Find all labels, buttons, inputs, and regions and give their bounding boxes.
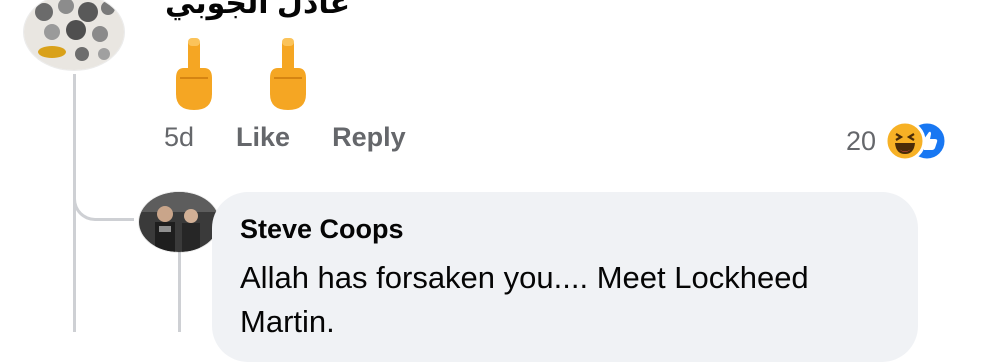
haha-reaction-icon: [884, 120, 926, 162]
avatar-image: [24, 0, 124, 70]
reply-comment-bubble: Steve Coops Allah has forsaken you.... M…: [212, 192, 918, 362]
comment-content: [172, 34, 310, 114]
like-button[interactable]: Like: [236, 122, 290, 153]
comment-timestamp[interactable]: 5d: [164, 122, 194, 153]
commenter-avatar[interactable]: [24, 0, 124, 70]
middle-finger-icon: [270, 38, 306, 110]
reaction-summary[interactable]: 20: [846, 120, 948, 162]
middle-finger-icon: [176, 38, 212, 110]
comment-actions: 5d Like Reply: [164, 122, 448, 153]
reply-text: Allah has forsaken you.... Meet Lockheed…: [240, 260, 809, 339]
commenter-name[interactable]: عادل الجوبي: [165, 0, 350, 21]
reply-button[interactable]: Reply: [332, 122, 406, 153]
reply-author-avatar[interactable]: [139, 192, 219, 252]
avatar-image: [139, 192, 219, 252]
thread-branch-curve: [73, 190, 134, 221]
reply-author-name[interactable]: Steve Coops: [240, 214, 404, 245]
reaction-count: 20: [846, 125, 877, 156]
reply-thread-line: [178, 248, 181, 332]
